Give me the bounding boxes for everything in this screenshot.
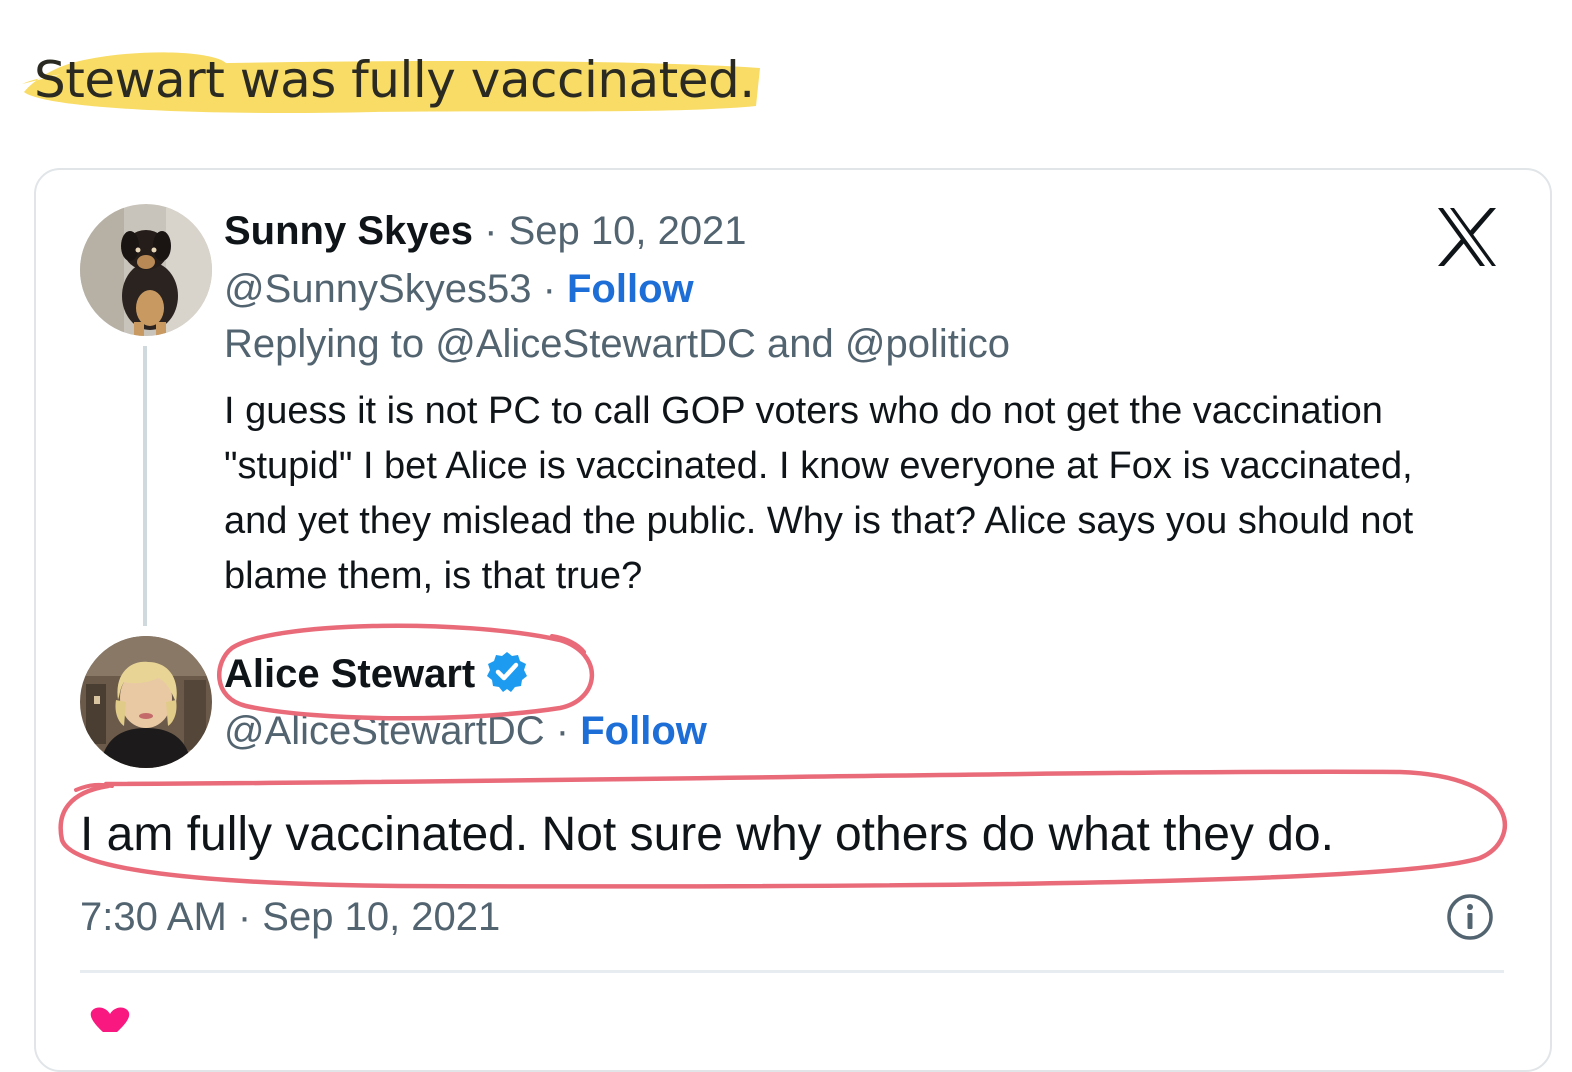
replying-to[interactable]: Replying to @AliceStewartDC and @politic… — [224, 321, 1010, 367]
follow-sunny-skyes-button[interactable]: Follow — [567, 267, 694, 311]
headline-area: Stewart was fully vaccinated. — [14, 36, 774, 120]
avatar-alice-stewart[interactable] — [80, 636, 212, 768]
tweet-author-name[interactable]: Sunny Skyes — [224, 209, 473, 253]
heart-icon[interactable] — [80, 1002, 140, 1032]
tweet-handle-separator: · — [531, 267, 567, 311]
dog-avatar-image — [80, 204, 212, 336]
reply-author-line: Alice Stewart — [224, 650, 529, 697]
tweet-text: I guess it is not PC to call GOP voters … — [224, 390, 1414, 597]
reply-text: I am fully vaccinated. Not sure why othe… — [80, 808, 1334, 861]
tweet-date-separator: · — [473, 209, 509, 253]
avatar-sunny-skyes[interactable] — [80, 204, 212, 336]
x-logo-icon[interactable] — [1434, 206, 1500, 268]
action-row-peek — [80, 1002, 1530, 1032]
portrait-avatar-image — [80, 636, 212, 768]
reply-handle[interactable]: @AliceStewartDC — [224, 709, 545, 753]
reply-handle-line: @AliceStewartDC · Follow — [224, 708, 707, 754]
tweet-date[interactable]: Sep 10, 2021 — [509, 209, 747, 253]
reply-handle-separator: · — [544, 709, 581, 753]
reply-author-name[interactable]: Alice Stewart — [224, 652, 475, 696]
headline: Stewart was fully vaccinated. — [34, 51, 755, 109]
card-divider — [80, 970, 1504, 973]
tweet-handle[interactable]: @SunnySkyes53 — [224, 267, 531, 311]
reply-timestamp[interactable]: 7:30 AM · Sep 10, 2021 — [80, 894, 500, 940]
tweet-author-line: Sunny Skyes · Sep 10, 2021 — [224, 208, 747, 254]
tweet-handle-line: @SunnySkyes53 · Follow — [224, 266, 694, 312]
thread-connector-line — [143, 346, 147, 626]
info-icon[interactable] — [1445, 892, 1495, 942]
follow-alice-stewart-button[interactable]: Follow — [580, 709, 707, 753]
verified-badge-icon — [487, 652, 528, 692]
